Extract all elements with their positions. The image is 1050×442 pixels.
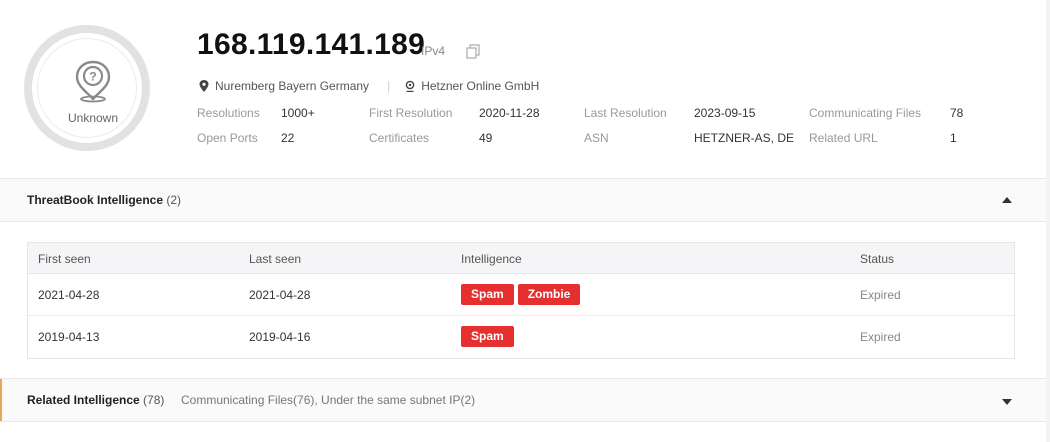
table-header: First seen Last seen Intelligence Status: [28, 243, 1014, 274]
ip-report-page: ? Unknown 168.119.141.189 IPv4 Nuremberg…: [0, 0, 1046, 442]
threatbook-panel-title: ThreatBook Intelligence (2): [27, 193, 181, 207]
stat-value[interactable]: HETZNER-AS, DE: [694, 131, 794, 145]
column-header: Last seen: [249, 252, 302, 266]
stat-communicating-files: Communicating Files 78: [809, 106, 963, 120]
location-row: Nuremberg Bayern Germany | Hetzner Onlin…: [199, 79, 539, 93]
related-panel-header[interactable]: Related Intelligence (78) Communicating …: [0, 378, 1046, 422]
ip-address: 168.119.141.189: [197, 28, 426, 61]
last-seen-cell: 2021-04-28: [249, 288, 311, 302]
column-header: First seen: [38, 252, 91, 266]
stat-label: ASN: [584, 131, 609, 145]
panel-count: (2): [166, 193, 182, 207]
table-row: 2019-04-13 2019-04-16 Spam Expired: [28, 316, 1014, 358]
stat-first-resolution: First Resolution 2020-11-28: [369, 106, 540, 120]
table-row: 2021-04-28 2021-04-28 Spam Zombie Expire…: [28, 274, 1014, 316]
intel-tag-spam[interactable]: Spam: [461, 284, 514, 305]
stat-label: Resolutions: [197, 106, 260, 120]
organization-text: Hetzner Online GmbH: [421, 79, 540, 93]
stat-value[interactable]: 78: [950, 106, 963, 120]
stat-label: Certificates: [369, 131, 430, 145]
column-header: Status: [860, 252, 895, 266]
stat-value: 2023-09-15: [694, 106, 756, 120]
intel-tag-spam[interactable]: Spam: [461, 326, 514, 347]
svg-text:?: ?: [89, 70, 96, 84]
first-seen-cell: 2021-04-28: [38, 288, 100, 302]
stat-label: Related URL: [809, 131, 878, 145]
stat-value[interactable]: 22: [281, 131, 294, 145]
first-seen-cell: 2019-04-13: [38, 330, 100, 344]
intelligence-tags: Spam Zombie: [461, 284, 581, 305]
stat-certificates: Certificates 49: [369, 131, 492, 145]
location-text: Nuremberg Bayern Germany: [215, 79, 370, 93]
collapse-caret-icon[interactable]: [1002, 197, 1012, 203]
unknown-location-icon: ?: [75, 60, 111, 103]
status-cell: Expired: [860, 288, 901, 302]
stat-label: Communicating Files: [809, 106, 922, 120]
stat-value[interactable]: 1: [950, 131, 957, 145]
panel-title-text: Related Intelligence: [27, 393, 140, 407]
panel-title-text: ThreatBook Intelligence: [27, 193, 164, 207]
stat-value: 2020-11-28: [479, 106, 540, 120]
threatbook-table: First seen Last seen Intelligence Status…: [27, 242, 1015, 359]
intel-tag-zombie[interactable]: Zombie: [517, 284, 581, 305]
stat-label: Last Resolution: [584, 106, 667, 120]
expand-caret-icon[interactable]: [1002, 399, 1012, 405]
stat-related-url: Related URL 1: [809, 131, 957, 145]
verdict-label: Unknown: [67, 111, 119, 125]
organization-icon: [405, 80, 415, 92]
panel-accent: [0, 379, 2, 421]
stat-last-resolution: Last Resolution 2023-09-15: [584, 106, 755, 120]
divider: |: [387, 79, 391, 93]
related-summary: Communicating Files(76), Under the same …: [181, 393, 476, 407]
ip-type: IPv4: [421, 44, 446, 58]
stat-asn: ASN HETZNER-AS, DE: [584, 131, 794, 145]
ip-header: ? Unknown 168.119.141.189 IPv4 Nuremberg…: [0, 0, 1046, 178]
status-cell: Expired: [860, 330, 901, 344]
stat-label: Open Ports: [197, 131, 258, 145]
last-seen-cell: 2019-04-16: [249, 330, 311, 344]
copy-icon[interactable]: [465, 43, 481, 59]
threatbook-panel-header[interactable]: ThreatBook Intelligence (2): [0, 178, 1046, 222]
stat-value[interactable]: 49: [479, 131, 492, 145]
verdict-badge-inner: ? Unknown: [37, 38, 137, 138]
related-panel-title: Related Intelligence (78): [27, 393, 164, 407]
stat-open-ports: Open Ports 22: [197, 131, 294, 145]
stat-label: First Resolution: [369, 106, 453, 120]
panel-count: (78): [143, 393, 165, 407]
column-header: Intelligence: [461, 252, 522, 266]
intelligence-tags: Spam: [461, 326, 514, 347]
verdict-badge: ? Unknown: [24, 25, 150, 151]
stat-resolutions: Resolutions 1000+: [197, 106, 315, 120]
location-pin-icon: [199, 80, 209, 92]
stat-value[interactable]: 1000+: [281, 106, 315, 120]
